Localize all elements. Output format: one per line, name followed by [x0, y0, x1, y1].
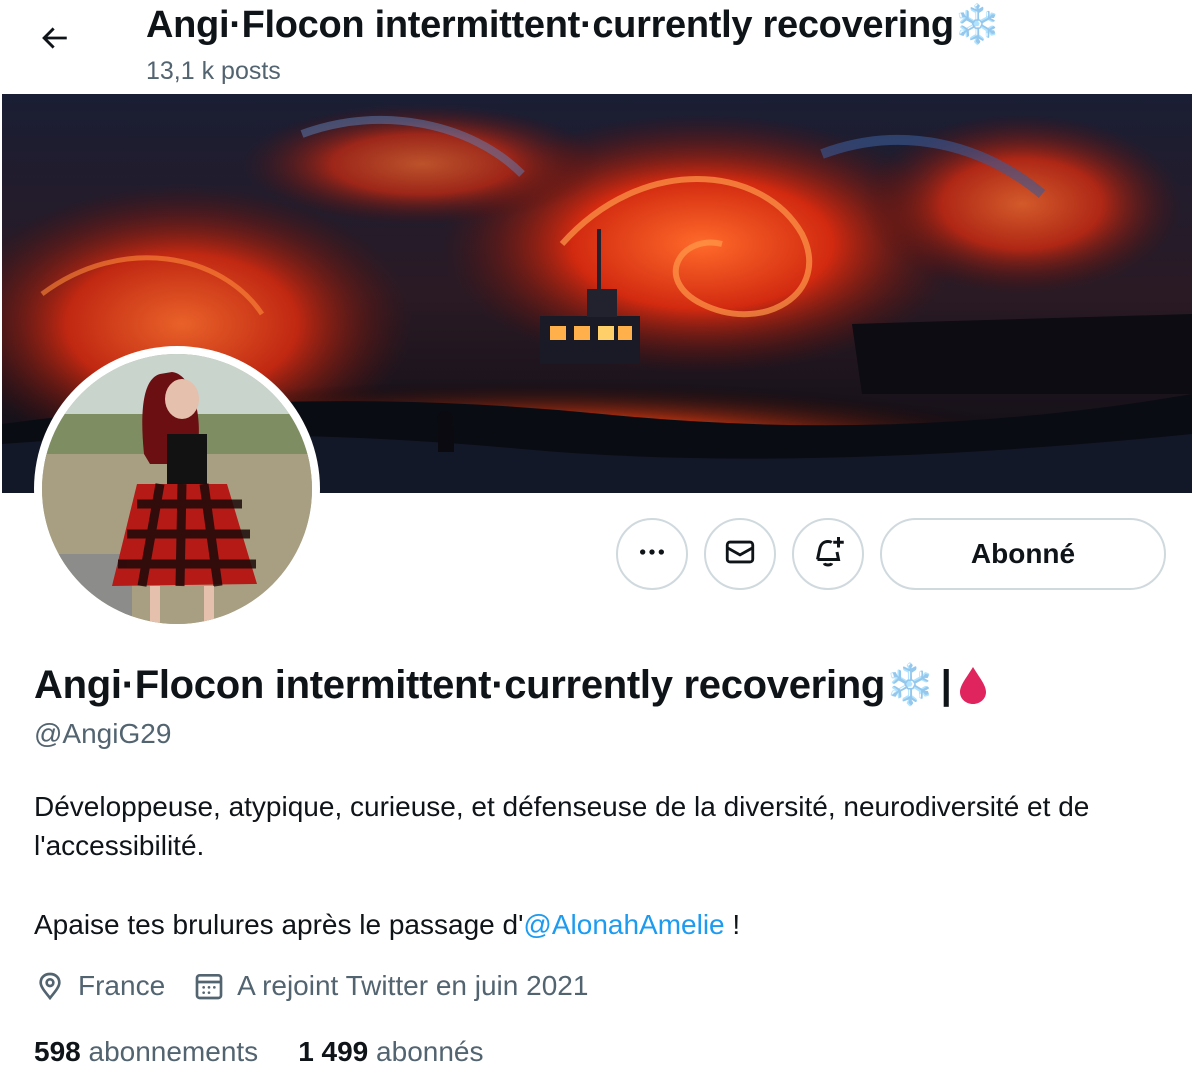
header-title: Angi·Flocon intermittent·currently recov… [146, 2, 1001, 48]
avatar-photo [42, 354, 312, 624]
avatar[interactable] [34, 346, 320, 632]
posts-count: 13,1 k posts [146, 57, 281, 85]
bio-line-1: Développeuse, atypique, curieuse, et déf… [34, 791, 1090, 861]
following-button[interactable]: Abonné [880, 518, 1166, 590]
arrow-left-icon [37, 21, 71, 60]
more-button[interactable] [616, 518, 688, 590]
message-button[interactable] [704, 518, 776, 590]
followers-label: abonnés [376, 1036, 484, 1067]
more-horizontal-icon [636, 536, 668, 573]
follow-stats: 598 abonnements 1 499 abonnés [34, 1034, 523, 1070]
snowflake-icon: ❄️ [885, 663, 935, 707]
bio: Développeuse, atypique, curieuse, et déf… [34, 787, 1174, 944]
profile-meta: France A rejoint Twitter en juin 2021 [34, 970, 616, 1002]
mention-link[interactable]: @AlonahAmelie [523, 909, 724, 940]
join-date: A rejoint Twitter en juin 2021 [193, 970, 588, 1002]
profile-header: Angi·Flocon intermittent·currently recov… [0, 0, 1192, 94]
profile-page: Angi·Flocon intermittent·currently recov… [0, 0, 1192, 1084]
join-date-text: A rejoint Twitter en juin 2021 [237, 970, 589, 1001]
snowflake-icon: ❄️ [953, 4, 1001, 46]
notifications-button[interactable] [792, 518, 864, 590]
following-label: abonnements [88, 1036, 259, 1067]
display-name: Angi·Flocon intermittent·currently recov… [34, 660, 989, 710]
envelope-icon [723, 535, 757, 574]
bio-line-2: Apaise tes brulures après le passage d'@… [34, 905, 1174, 944]
followers-link[interactable]: 1 499 abonnés [298, 1034, 483, 1070]
location-text: France [78, 970, 166, 1001]
bio-line-2-suffix: ! [724, 909, 741, 940]
bio-line-2-prefix: Apaise tes brulures après le passage d' [34, 909, 524, 940]
followers-count: 1 499 [298, 1036, 369, 1067]
user-handle: @AngiG29 [34, 718, 172, 749]
display-name-text: Angi·Flocon intermittent·currently recov… [34, 663, 886, 707]
following-count: 598 [34, 1036, 81, 1067]
name-separator: | [940, 663, 952, 707]
location: France [34, 970, 165, 1002]
calendar-icon [193, 970, 237, 1002]
bell-plus-icon [810, 534, 846, 575]
header-title-text: Angi·Flocon intermittent·currently recov… [146, 4, 954, 46]
following-link[interactable]: 598 abonnements [34, 1034, 258, 1070]
blood-drop-icon [957, 665, 989, 705]
back-button[interactable] [22, 8, 86, 72]
location-pin-icon [34, 970, 78, 1002]
